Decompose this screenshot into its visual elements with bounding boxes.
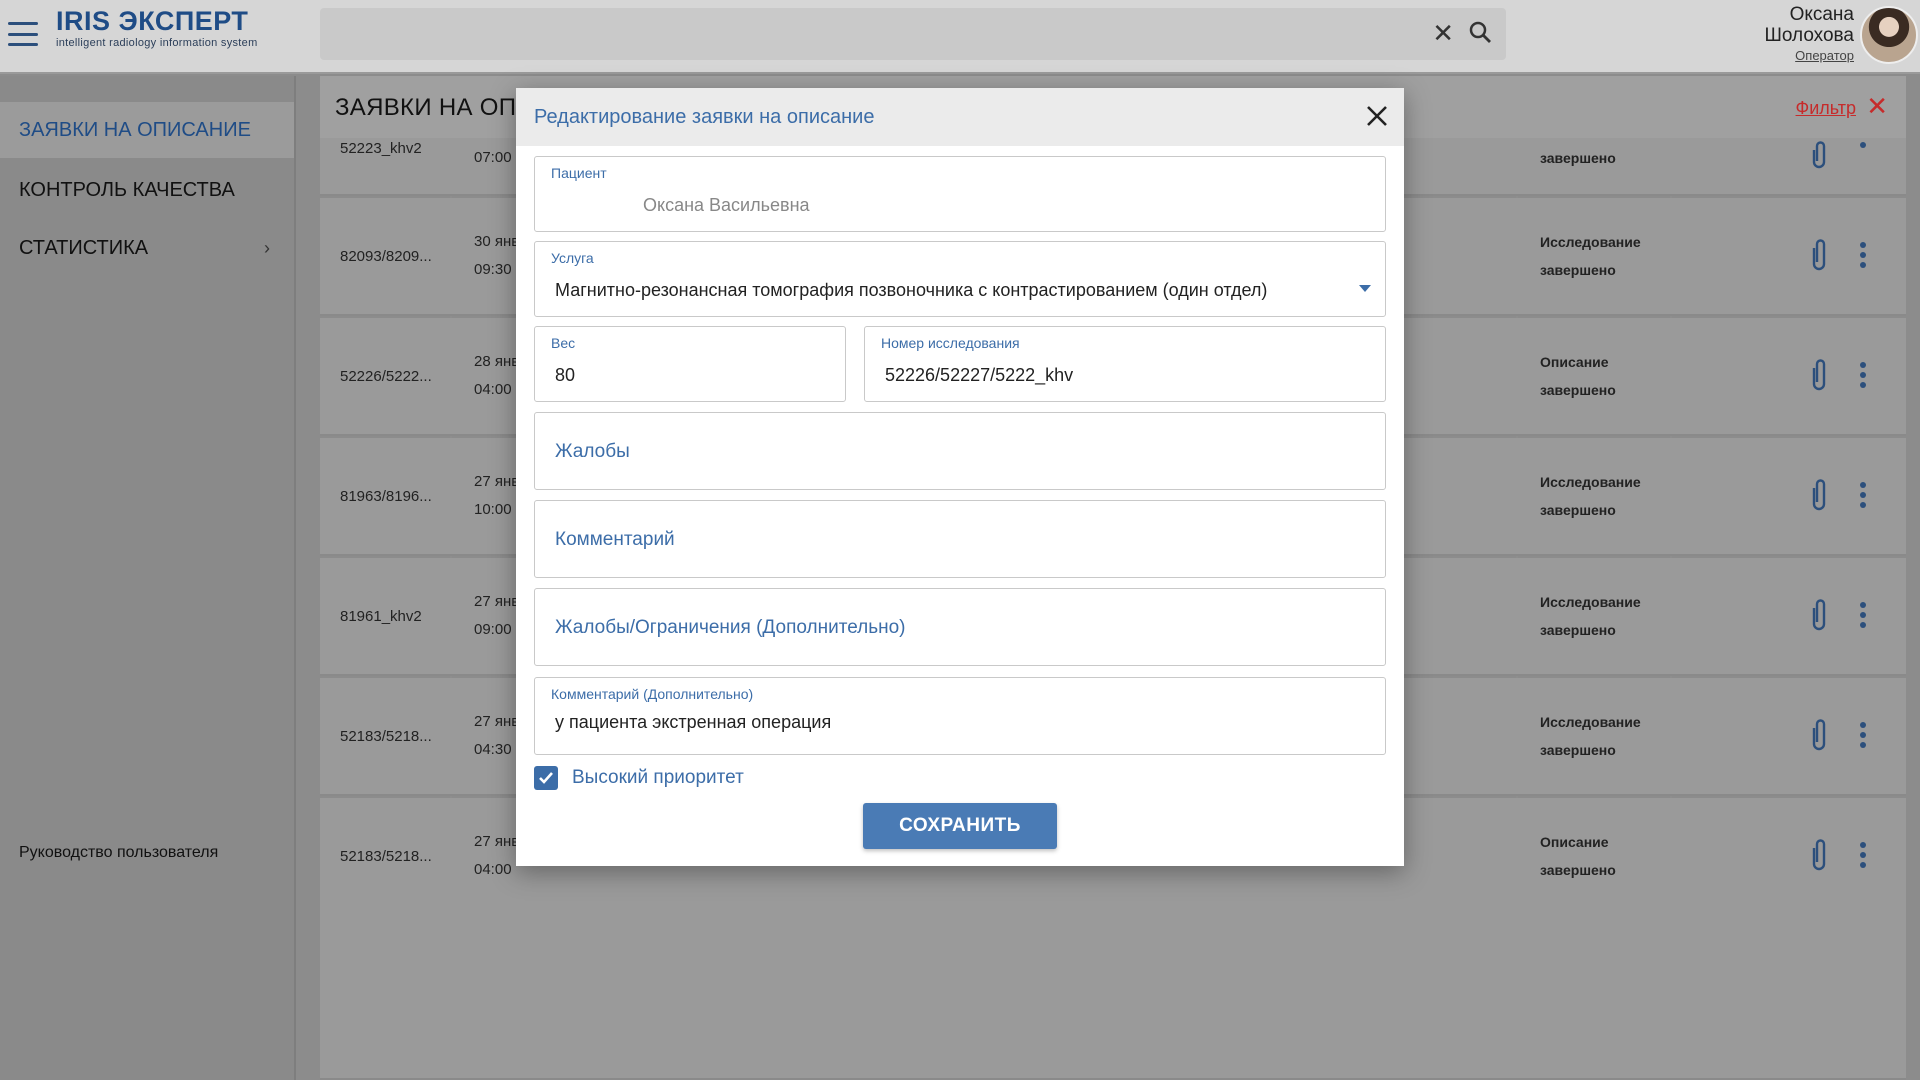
complaints-field[interactable]: Жалобы <box>534 412 1386 490</box>
field-label: Пациент <box>551 165 607 181</box>
comment-extra-field[interactable]: Комментарий (Дополнительно) у пациента э… <box>534 677 1386 755</box>
field-label: Номер исследования <box>881 335 1020 351</box>
field-label: Комментарий (Дополнительно) <box>551 686 754 702</box>
patient-value: Оксана Васильевна <box>643 195 810 215</box>
complaints-extra-field[interactable]: Жалобы/Ограничения (Дополнительно) <box>534 588 1386 666</box>
dropdown-arrow-icon[interactable] <box>1359 285 1371 292</box>
service-select[interactable]: Услуга Магнитно-резонансная томография п… <box>534 241 1386 317</box>
edit-request-dialog: Редактирование заявки на описание Пациен… <box>516 88 1404 866</box>
comment-extra-value: у пациента экстренная операция <box>555 712 832 732</box>
field-label: Вес <box>551 335 576 351</box>
patient-field[interactable]: Пациент Оксана Васильевна <box>534 156 1386 232</box>
high-priority-checkbox[interactable] <box>534 766 558 790</box>
high-priority-label: Высокий приоритет <box>572 767 744 788</box>
field-placeholder: Комментарий <box>555 529 675 550</box>
field-placeholder: Жалобы <box>555 441 630 462</box>
close-icon[interactable] <box>1366 98 1388 134</box>
save-button[interactable]: СОХРАНИТЬ <box>863 803 1057 849</box>
field-label: Услуга <box>551 250 594 266</box>
service-value: Магнитно-резонансная томография позвоноч… <box>555 280 1268 300</box>
weight-value: 80 <box>555 365 576 385</box>
study-number-value: 52226/52227/5222_khv <box>885 365 1074 385</box>
study-number-field[interactable]: Номер исследования 52226/52227/5222_khv <box>864 326 1386 402</box>
weight-field[interactable]: Вес 80 <box>534 326 846 402</box>
comment-field[interactable]: Комментарий <box>534 500 1386 578</box>
dialog-header: Редактирование заявки на описание <box>516 88 1404 146</box>
high-priority-checkbox-row[interactable]: Высокий приоритет <box>534 766 744 790</box>
dialog-title: Редактирование заявки на описание <box>534 106 875 128</box>
field-placeholder: Жалобы/Ограничения (Дополнительно) <box>555 617 906 638</box>
